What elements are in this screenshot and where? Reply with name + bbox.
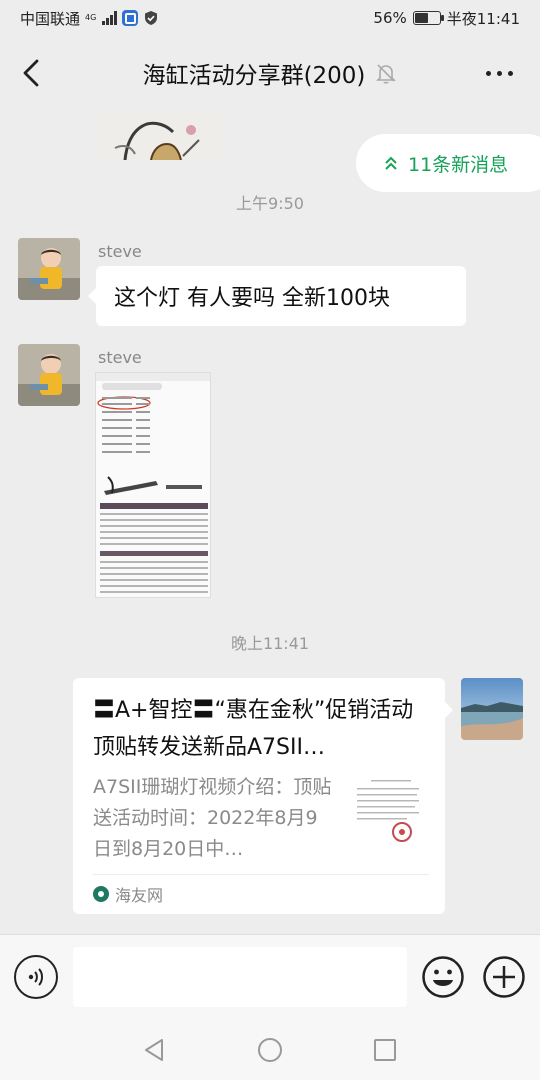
avatar[interactable]: [18, 238, 80, 300]
app-notification-icon: [122, 10, 139, 26]
chat-title: 海缸活动分享群(200): [142, 63, 366, 89]
recents-square-icon[interactable]: [370, 1035, 400, 1065]
beach-avatar-image: [461, 678, 523, 740]
sender-name: steve: [98, 348, 142, 367]
child-avatar-image: [18, 344, 80, 406]
source-app-icon: [93, 886, 109, 902]
message-text: 这个灯 有人要吗 全新100块: [114, 286, 390, 311]
chat-header: 海缸活动分享群(200): [0, 36, 540, 110]
new-messages-label: 11条新消息: [408, 153, 509, 176]
link-card-title: 〓A+智控〓“惠在金秋”促销活动顶贴转发送新品A7SII…: [93, 698, 414, 760]
link-card-message[interactable]: 〓A+智控〓“惠在金秋”促销活动顶贴转发送新品A7SII… A7SII珊瑚灯视频…: [73, 678, 453, 914]
battery-percent: 56%: [373, 9, 407, 27]
timestamp: 上午9:50: [236, 194, 304, 213]
image-message-partial[interactable]: [95, 110, 223, 160]
sender-name: steve: [98, 242, 142, 261]
bell-muted-icon: [376, 64, 397, 84]
battery-icon: [412, 11, 444, 25]
network-label: 4G: [85, 13, 97, 22]
voice-icon: [28, 968, 43, 986]
shield-icon: [145, 11, 158, 25]
smiley-icon[interactable]: [421, 955, 465, 999]
plus-circle-icon[interactable]: [482, 955, 526, 999]
link-card-source: 海友网: [115, 886, 164, 905]
back-triangle-icon[interactable]: [140, 1035, 170, 1065]
product-screenshot-image: [96, 373, 210, 597]
meme-image: [95, 110, 223, 160]
double-chevron-up-icon: [385, 156, 397, 170]
my-avatar[interactable]: [461, 678, 523, 740]
link-card-thumbnail: [351, 776, 427, 852]
link-card-description: A7SII珊瑚灯视频介绍：顶贴送活动时间：2022年8月9日到8月20日中…: [93, 776, 332, 860]
input-bar: [0, 934, 540, 1020]
new-messages-button[interactable]: 11条新消息: [356, 134, 540, 192]
message-list[interactable]: 11条新消息 上午9:50 steve 这个灯 有人要吗 全新100块 stev…: [0, 110, 540, 934]
more-button[interactable]: [482, 56, 516, 90]
signal-icon: [102, 11, 118, 25]
text-message-bubble[interactable]: 这个灯 有人要吗 全新100块: [88, 266, 466, 326]
child-avatar-image: [18, 238, 80, 300]
timestamp: 晚上11:41: [230, 634, 310, 653]
clock: 半夜11:41: [446, 9, 520, 28]
carrier-label: 中国联通: [20, 9, 81, 28]
status-bar: 中国联通 4G 56% 半夜11:41: [0, 0, 540, 36]
system-nav-bar: [0, 1020, 540, 1080]
image-message[interactable]: [95, 372, 211, 598]
voice-button[interactable]: [14, 955, 58, 999]
message-input[interactable]: [73, 947, 407, 1007]
more-dots-icon: [485, 70, 513, 76]
document-thumbnail-image: [351, 776, 427, 852]
avatar[interactable]: [18, 344, 80, 406]
home-circle-icon[interactable]: [255, 1035, 285, 1065]
